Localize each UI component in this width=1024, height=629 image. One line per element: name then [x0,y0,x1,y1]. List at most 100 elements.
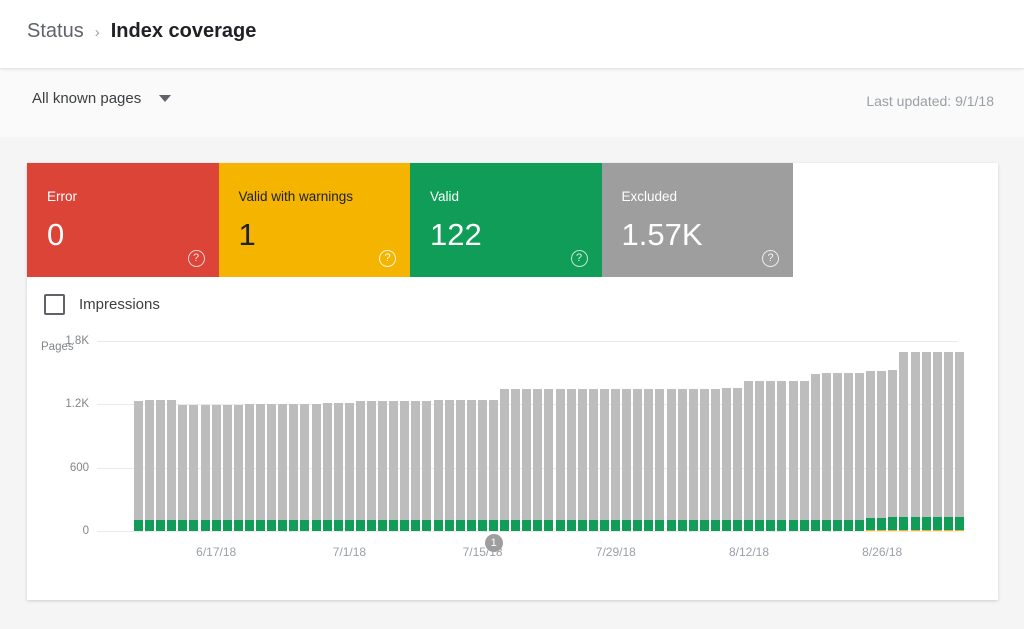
chart-bar[interactable] [400,400,410,531]
chart-bar[interactable] [821,373,831,531]
bar-segment-valid [522,520,532,531]
bar-segment-valid [866,518,876,530]
chart-bar[interactable] [666,388,676,531]
chart-bar[interactable] [300,403,310,531]
chart-bar[interactable] [322,403,332,531]
chart-bar[interactable] [677,388,687,531]
impressions-checkbox[interactable] [44,294,65,315]
chart-bar[interactable] [810,373,820,531]
chart-bar[interactable] [877,370,887,531]
chart-bar[interactable] [167,400,177,531]
chart-bar[interactable] [522,388,532,531]
chart-bar[interactable] [622,388,632,531]
chart-bar[interactable] [500,388,510,531]
chart-bar[interactable] [134,401,143,531]
status-card-valid[interactable]: Valid 122 ? [410,163,602,277]
help-icon[interactable]: ? [379,250,396,267]
status-card-error[interactable]: Error 0 ? [27,163,219,277]
chart-bar[interactable] [921,351,931,531]
chart-bar[interactable] [222,405,232,531]
status-card-excluded-label: Excluded [621,189,678,204]
chart-bar[interactable] [444,400,454,531]
bar-segment-excluded [333,403,343,521]
help-icon[interactable]: ? [187,250,205,267]
chart-bar[interactable] [577,388,587,531]
chart-bar[interactable] [733,387,743,531]
chart-bar[interactable] [200,405,210,531]
chart-bar[interactable] [355,401,365,531]
chart-bar[interactable] [644,388,654,531]
bar-segment-valid [710,520,720,531]
bar-segment-valid [533,520,543,531]
chart-bar[interactable] [278,403,288,531]
chart-bar[interactable] [233,405,243,531]
chart-bar[interactable] [189,405,199,531]
chart-bar[interactable] [289,403,299,531]
page-scope-dropdown[interactable]: All known pages [32,90,172,107]
chart-bar[interactable] [555,388,565,531]
chart-bar[interactable] [311,403,321,531]
chart-bar[interactable] [477,400,487,531]
bar-segment-excluded [799,380,809,521]
chart-bar[interactable] [866,371,876,531]
chart-bar[interactable] [943,351,953,531]
chart-bar[interactable] [899,352,909,531]
status-card-excluded[interactable]: Excluded 1.57K ? [601,163,793,277]
x-axis-labels: 6/17/18 7/1/18 7/15/18 7/29/18 8/12/18 8/26/1… [27,545,998,565]
chart-bar[interactable] [511,388,521,531]
chart-bar[interactable] [433,400,443,531]
chart-bar[interactable] [422,400,432,531]
chart-bar[interactable] [954,351,964,531]
chevron-down-icon [159,95,172,102]
chart-bar[interactable] [389,401,399,531]
chart-bar[interactable] [655,388,665,531]
impressions-toggle[interactable]: Impressions [44,294,160,315]
bar-segment-valid [544,520,554,531]
chart-bar[interactable] [333,403,343,531]
chart-bar[interactable] [489,399,498,531]
chart-bar[interactable] [855,372,865,531]
chart-bar[interactable] [378,401,388,531]
chart-bar[interactable] [599,388,609,531]
chart-bar[interactable] [588,388,598,531]
chart-bar[interactable] [256,403,266,531]
chart-bar[interactable] [466,400,476,531]
chart-bar[interactable] [178,405,188,531]
chart-bar[interactable] [799,380,809,531]
chart-bar[interactable] [244,404,254,531]
help-icon[interactable]: ? [570,250,588,267]
chart-bar[interactable] [211,405,221,531]
chart-bar[interactable] [755,380,765,531]
x-axis-tick-label: 7/1/18 [332,545,367,559]
chart-bar[interactable] [533,388,543,531]
chart-bar[interactable] [633,388,643,531]
chart-bar[interactable] [888,369,898,531]
chart-bar[interactable] [744,381,754,531]
bar-segment-excluded [810,373,820,521]
chart-bar[interactable] [611,388,621,531]
chart-bar[interactable] [788,380,798,531]
chart-bar[interactable] [699,388,709,531]
chart-bar[interactable] [344,403,354,531]
chart-bar[interactable] [544,388,554,531]
chart-bar[interactable] [777,380,787,531]
chart-bar[interactable] [832,373,842,531]
chart-bar[interactable] [721,387,731,531]
status-card-valid-with-warnings[interactable]: Valid with warnings 1 ? [218,163,410,277]
help-icon[interactable]: ? [762,250,779,267]
chart-bar[interactable] [844,373,853,531]
chart-bar[interactable] [455,400,465,531]
chart-bar[interactable] [411,400,421,531]
bar-segment-valid [777,520,787,531]
chart-bar[interactable] [145,400,155,531]
chart-bar[interactable] [766,380,776,531]
chart-bar[interactable] [156,400,166,531]
chart-bar[interactable] [267,403,277,531]
chart-bar[interactable] [710,388,720,531]
chart-bar[interactable] [366,401,376,531]
chart-bar[interactable] [932,351,942,531]
chart-bar[interactable] [910,352,920,531]
breadcrumb-status-link[interactable]: Status [27,20,84,43]
chart-bar[interactable] [566,388,576,531]
chart-bar[interactable] [688,388,698,531]
